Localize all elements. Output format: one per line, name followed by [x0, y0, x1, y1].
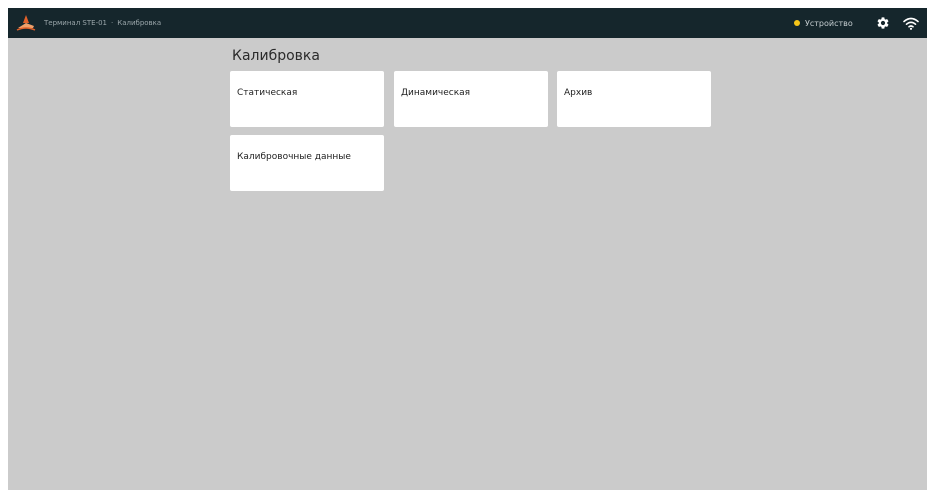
card-label: Калибровочные данные [237, 152, 351, 162]
device-status[interactable]: Устройство [794, 8, 853, 38]
card-label: Архив [564, 88, 593, 98]
top-bar: Терминал STE-01 · Калибровка Устройство [8, 8, 927, 38]
device-status-dot [794, 20, 800, 26]
wifi-icon[interactable] [903, 17, 919, 30]
static-calibration-card[interactable]: Статическая [230, 71, 384, 127]
breadcrumb-calibration: Калибровка [117, 19, 162, 27]
app-frame: Терминал STE-01 · Калибровка Устройство Ка… [8, 8, 927, 490]
rower-logo-icon [16, 15, 36, 31]
device-label: Устройство [805, 18, 853, 28]
page-title: Калибровка [232, 48, 320, 64]
archive-card[interactable]: Архив [557, 71, 711, 127]
breadcrumb-terminal[interactable]: Терминал STE-01 [44, 19, 107, 27]
breadcrumb: Терминал STE-01 · Калибровка [44, 8, 161, 38]
card-label: Статическая [237, 88, 298, 98]
dynamic-calibration-card[interactable]: Динамическая [394, 71, 548, 127]
calibration-data-card[interactable]: Калибровочные данные [230, 135, 384, 191]
gear-icon[interactable] [876, 16, 890, 30]
breadcrumb-separator: · [111, 19, 114, 27]
card-label: Динамическая [401, 88, 471, 98]
